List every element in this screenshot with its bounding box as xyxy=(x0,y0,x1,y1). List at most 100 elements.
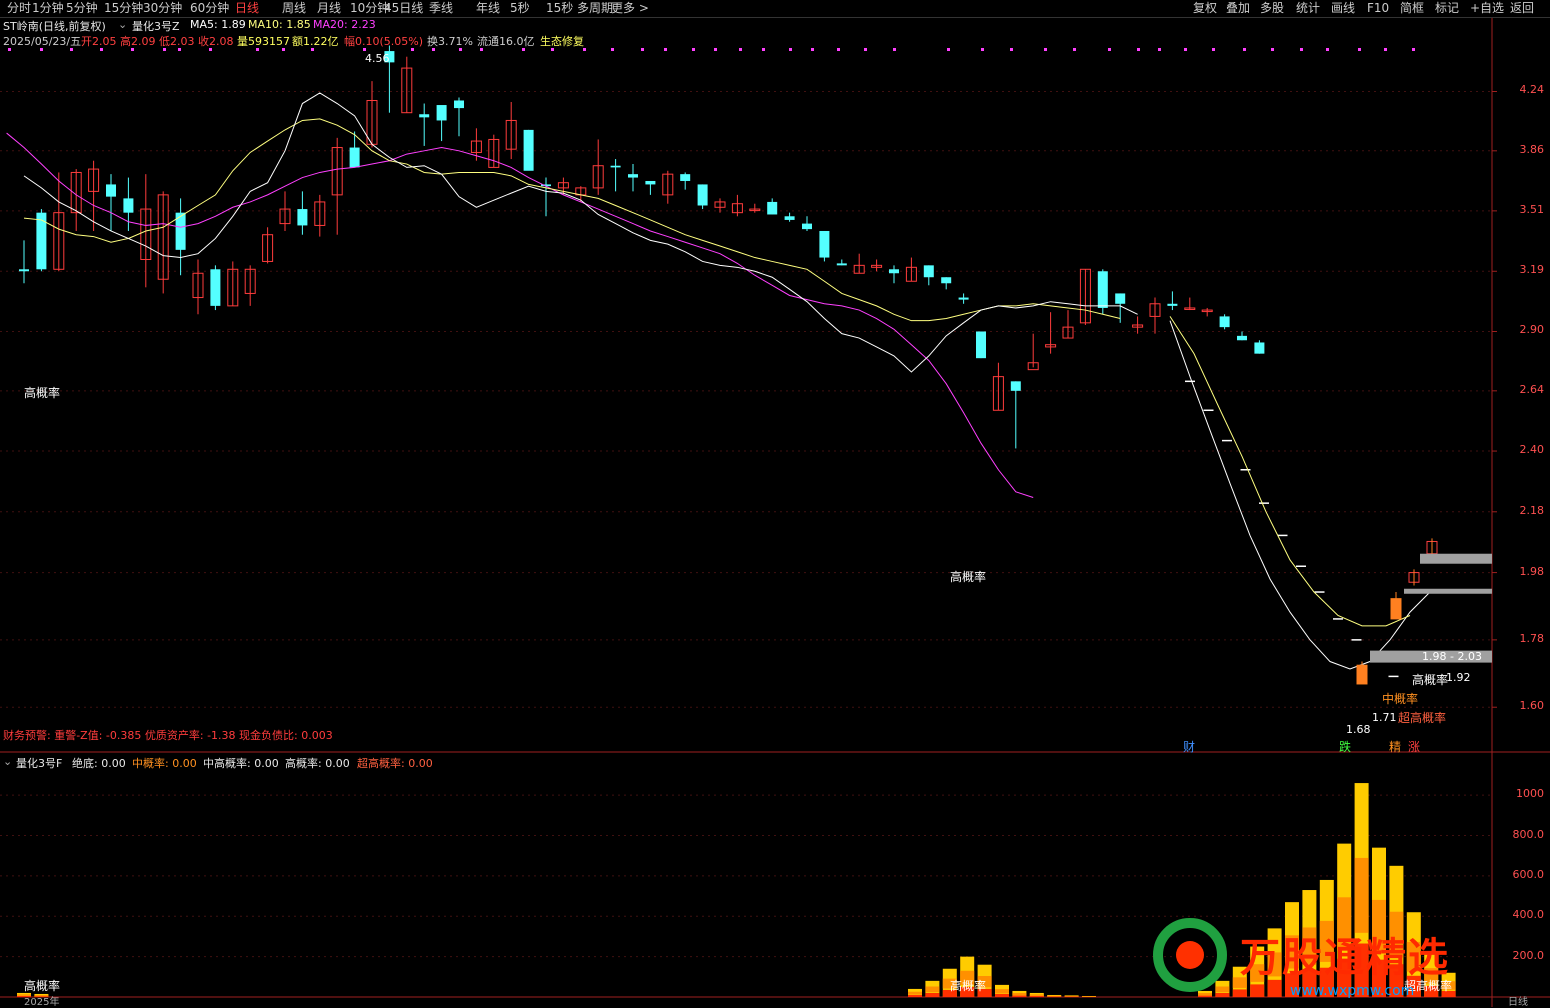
top-dot-19 xyxy=(611,48,614,51)
ma5-line xyxy=(24,93,1138,372)
vol-mid-mid-1 xyxy=(925,987,939,993)
vol-axis-label-2: 600.0 xyxy=(1496,868,1544,881)
candle-body-47 xyxy=(837,263,847,265)
vol-axis-label-1: 800.0 xyxy=(1496,828,1544,841)
top-dot-26 xyxy=(789,48,792,51)
candle-body-45 xyxy=(802,224,812,230)
candle-body-1 xyxy=(36,213,46,270)
vol-mid-bot-8 xyxy=(1047,996,1061,997)
candle-body-25 xyxy=(454,100,464,108)
top-dot-34 xyxy=(1044,48,1047,51)
candle-body-24 xyxy=(437,105,447,120)
top-dot-31 xyxy=(947,48,950,51)
ma20-line xyxy=(7,133,1034,497)
candle-body-35 xyxy=(628,174,638,177)
high-label: 高2.09 xyxy=(120,33,156,49)
concept-label: 生态修复 xyxy=(540,33,584,49)
axis-label-0: 4.24 xyxy=(1504,83,1544,96)
candle-body-71 xyxy=(1254,342,1264,353)
top-dot-29 xyxy=(864,48,867,51)
finance-warning: 财务预警: 重警-Z值: -0.385 优质资产率: -1.38 现金负债比: … xyxy=(3,727,333,743)
open-label: 开2.05 xyxy=(81,33,117,49)
sub-gao: 高概率: 0.00 xyxy=(285,755,350,771)
top-dot-27 xyxy=(811,48,814,51)
volume-label: 量593157 xyxy=(237,33,290,49)
sub-zhonggao: 中高概率: 0.00 xyxy=(203,755,279,771)
top-dot-22 xyxy=(692,48,695,51)
candle-body-5 xyxy=(106,184,116,196)
vol-late-bot-3 xyxy=(1250,984,1264,997)
candle-body-57 xyxy=(1011,381,1021,391)
axis-label-8: 1.98 xyxy=(1504,565,1544,578)
vol-late-mid-0 xyxy=(1198,993,1212,995)
ma20-value: MA20: 2.23 xyxy=(313,18,376,31)
sub-zhong: 中概率: 0.00 xyxy=(132,755,197,771)
vol-mid-bot-5 xyxy=(995,994,1009,997)
target-bar-2 xyxy=(1404,589,1492,594)
candle-body-38 xyxy=(680,174,690,181)
vol-late-bot-0 xyxy=(1198,995,1212,997)
axis-label-6: 2.40 xyxy=(1504,443,1544,456)
candle-body-52 xyxy=(924,265,934,277)
float-label: 流通16.0亿 xyxy=(477,33,535,49)
vol-late-mid-1 xyxy=(1215,987,1229,993)
vol-mid-bot-1 xyxy=(925,993,939,997)
top-dot-43 xyxy=(1300,48,1303,51)
label-cai: 财 xyxy=(1183,738,1195,755)
candle-body-69 xyxy=(1220,316,1230,327)
target-bar-1 xyxy=(1420,554,1492,564)
vol-mid-mid-9 xyxy=(1065,996,1079,997)
candle-body-19 xyxy=(350,148,360,168)
label-1-68: 1.68 xyxy=(1346,723,1371,736)
chart-canvas xyxy=(0,0,1550,1007)
sub-chaogao: 超高概率: 0.00 xyxy=(357,755,433,771)
candle-body-36 xyxy=(645,181,655,184)
vol-mid-mid-0 xyxy=(908,992,922,995)
label-chaogao: 超高概率 xyxy=(1398,709,1446,726)
vol-mid-mid-6 xyxy=(1012,993,1026,995)
candle-body-62 xyxy=(1098,271,1108,308)
watermark-logo-center xyxy=(1176,941,1204,969)
candle-body-46 xyxy=(819,231,829,258)
candle-body-50 xyxy=(889,269,899,273)
candle-body-6 xyxy=(123,198,133,212)
vol-mid-bot-7 xyxy=(1030,996,1044,997)
vol-mid-mid-7 xyxy=(1030,994,1044,995)
vol-late-bot-1 xyxy=(1215,993,1229,997)
top-dot-38 xyxy=(1158,48,1161,51)
candle-body-43 xyxy=(767,202,777,215)
label-peak: 4.56 xyxy=(365,52,390,65)
candle-body-44 xyxy=(785,216,795,220)
candle-body-39 xyxy=(698,184,708,205)
vol-late-mid-9 xyxy=(1355,858,1369,933)
top-dot-20 xyxy=(641,48,644,51)
top-dot-40 xyxy=(1212,48,1215,51)
watermark-url: www.wxpmw.com xyxy=(1290,983,1414,999)
axis-label-7: 2.18 xyxy=(1504,504,1544,517)
vol-late-bot-2 xyxy=(1233,989,1247,997)
chevron-down-icon[interactable]: ⌄ xyxy=(118,18,127,31)
top-dot-23 xyxy=(714,48,717,51)
top-dot-36 xyxy=(1108,48,1111,51)
top-dot-44 xyxy=(1326,48,1329,51)
date-label: 2025/05/23/五 xyxy=(3,33,81,49)
indicator-name[interactable]: 量化3号Z xyxy=(132,18,180,34)
top-dot-37 xyxy=(1137,48,1140,51)
top-dot-32 xyxy=(981,48,984,51)
sub-indicator-name[interactable]: 量化3号F xyxy=(16,755,62,771)
vol-mid-bot-6 xyxy=(1012,995,1026,997)
vol-axis-label-4: 200.0 xyxy=(1496,949,1544,962)
top-dot-42 xyxy=(1271,48,1274,51)
sub-label-gao-1: 高概率 xyxy=(24,977,60,994)
label-jing: 精 xyxy=(1389,738,1401,755)
top-dot-46 xyxy=(1384,48,1387,51)
vol-axis-label-0: 1000 xyxy=(1496,787,1544,800)
label-zhong: 中概率 xyxy=(1382,690,1418,707)
candle-body-16 xyxy=(297,209,307,225)
top-dot-28 xyxy=(837,48,840,51)
axis-label-4: 2.90 xyxy=(1504,323,1544,336)
sub-indicator-chevron-icon[interactable]: ⌄ xyxy=(3,755,12,768)
axis-label-9: 1.78 xyxy=(1504,632,1544,645)
label-1-92: 1.92 xyxy=(1446,671,1471,684)
label-range: 1.98 - 2.03 xyxy=(1422,650,1482,663)
